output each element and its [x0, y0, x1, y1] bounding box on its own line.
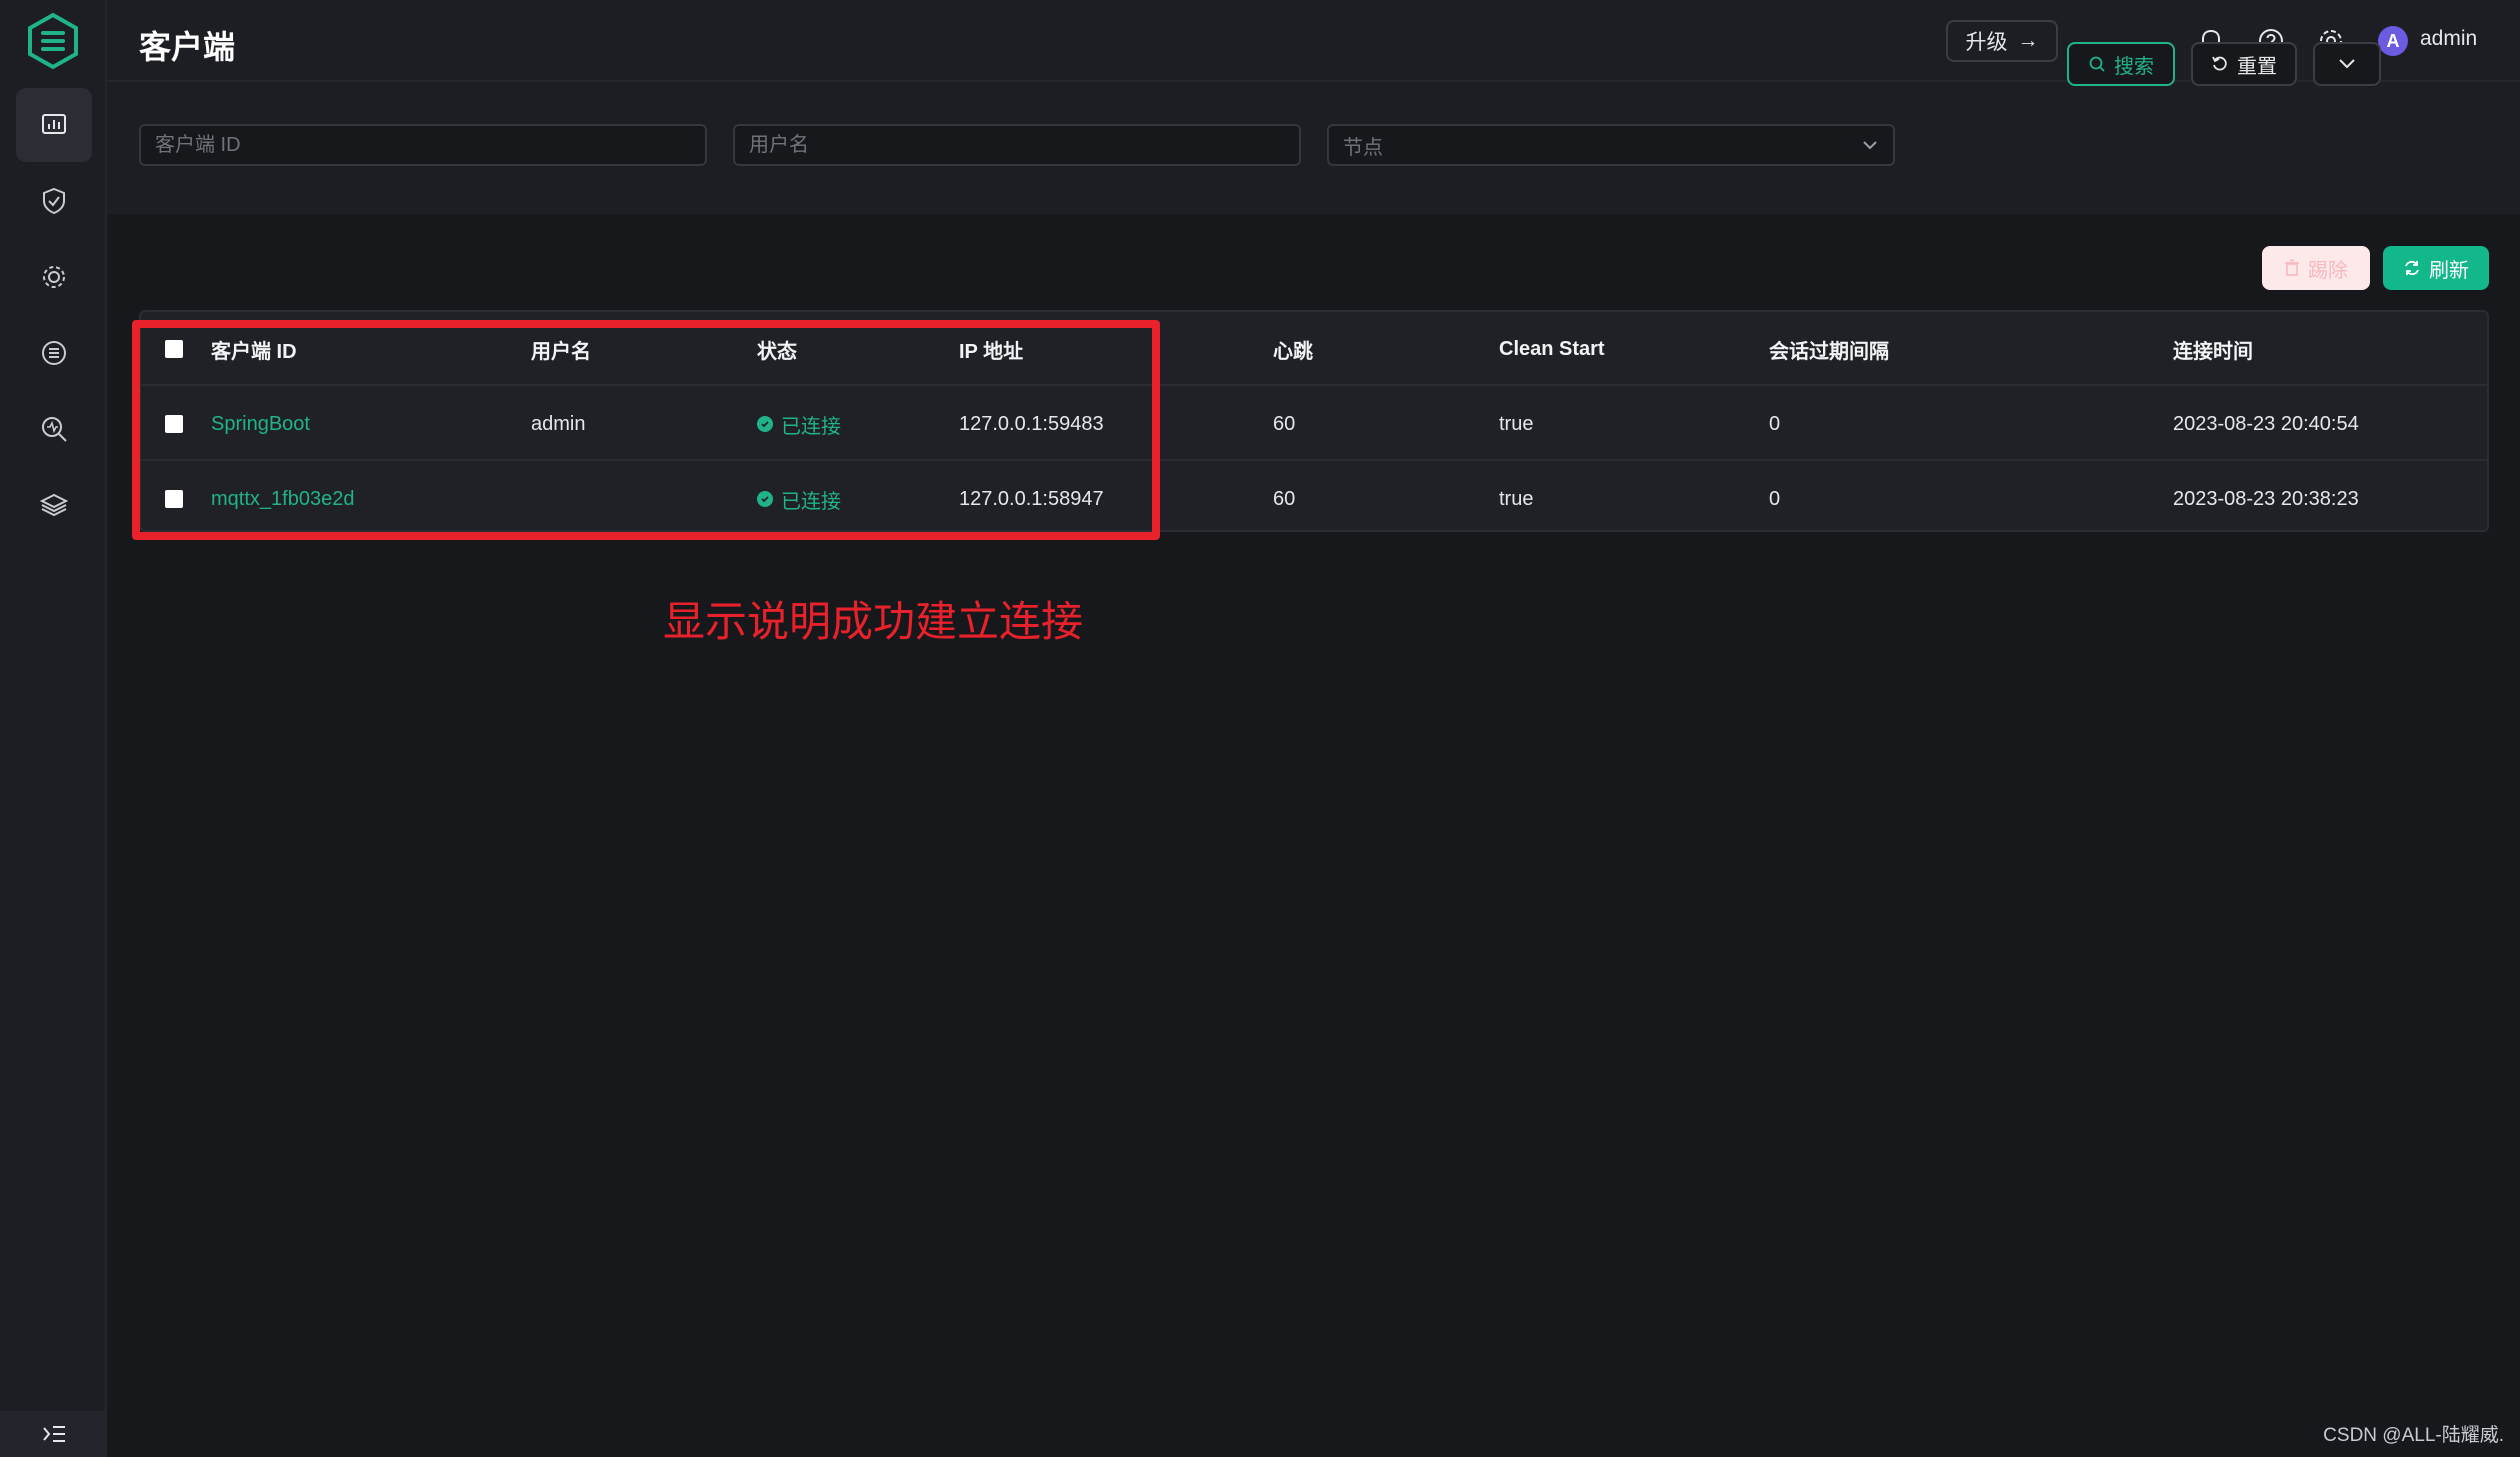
node-select-placeholder: 节点 [1343, 136, 1383, 159]
refresh-icon [2405, 260, 2419, 276]
username-input[interactable] [733, 124, 1301, 166]
watermark: CSDN @ALL-陆耀威. [2323, 1425, 2504, 1446]
search-label: 搜索 [2114, 55, 2154, 78]
refresh-button[interactable]: 刷新 [2383, 246, 2489, 290]
column-header-clean-start[interactable]: Clean Start [1499, 312, 1605, 386]
list-circle-icon [42, 341, 66, 365]
column-header-connected-at[interactable]: 连接时间 [2173, 312, 2253, 386]
chevron-down-icon [2339, 59, 2355, 69]
search-button[interactable]: 搜索 [2067, 42, 2175, 86]
chevron-down-icon [1863, 141, 1877, 150]
expiry-cell: 0 [1769, 487, 1781, 510]
kick-out-label: 踢除 [2308, 259, 2348, 282]
expiry-cell: 0 [1769, 412, 1781, 435]
emqx-logo-icon[interactable] [24, 12, 82, 70]
upgrade-label: 升级 [1965, 31, 2008, 54]
gear-cluster-icon [43, 266, 65, 288]
sidebar [0, 0, 107, 1457]
filter-bar: 节点 [107, 82, 2520, 214]
search-diagnose-icon [42, 417, 67, 442]
connected-at-cell: 2023-08-23 20:40:54 [2173, 412, 2359, 435]
keepalive-cell: 60 [1273, 487, 1296, 510]
kick-out-button[interactable]: 踢除 [2262, 246, 2370, 290]
page-title: 客户端 [139, 29, 236, 65]
sidebar-item-diagnose[interactable] [16, 392, 92, 466]
node-select[interactable]: 节点 [1327, 124, 1895, 166]
column-header-keepalive[interactable]: 心跳 [1273, 312, 1313, 386]
sidebar-item-management[interactable] [16, 316, 92, 390]
clean-start-cell: true [1499, 487, 1534, 510]
reset-button[interactable]: 重置 [2191, 42, 2297, 86]
upgrade-button[interactable]: 升级 → [1946, 20, 2058, 62]
clean-start-cell: true [1499, 412, 1534, 435]
sidebar-item-access-control[interactable] [16, 164, 92, 238]
dashboard-icon [42, 114, 66, 134]
sidebar-item-integration[interactable] [16, 240, 92, 314]
keepalive-cell: 60 [1273, 412, 1296, 435]
reset-icon [2212, 56, 2227, 71]
layers-icon [39, 493, 69, 517]
search-icon [2089, 56, 2105, 72]
annotation-highlight-box [132, 320, 1160, 540]
connected-at-cell: 2023-08-23 20:38:23 [2173, 487, 2359, 510]
refresh-label: 刷新 [2429, 259, 2469, 282]
sidebar-item-extensions[interactable] [16, 468, 92, 542]
annotation-text: 显示说明成功建立连接 [663, 598, 1084, 645]
arrow-right-icon: → [2017, 29, 2039, 52]
avatar[interactable]: A [2378, 26, 2408, 56]
column-header-expiry[interactable]: 会话过期间隔 [1769, 312, 1889, 386]
user-name[interactable]: admin [2420, 27, 2477, 51]
client-id-input[interactable] [139, 124, 707, 166]
shield-icon [43, 187, 65, 215]
collapse-menu-icon [42, 1426, 65, 1442]
trash-icon [2285, 259, 2299, 276]
sidebar-collapse-button[interactable] [0, 1411, 107, 1457]
reset-label: 重置 [2237, 55, 2277, 78]
sidebar-item-monitoring[interactable] [16, 88, 92, 162]
expand-filters-button[interactable] [2313, 42, 2381, 86]
